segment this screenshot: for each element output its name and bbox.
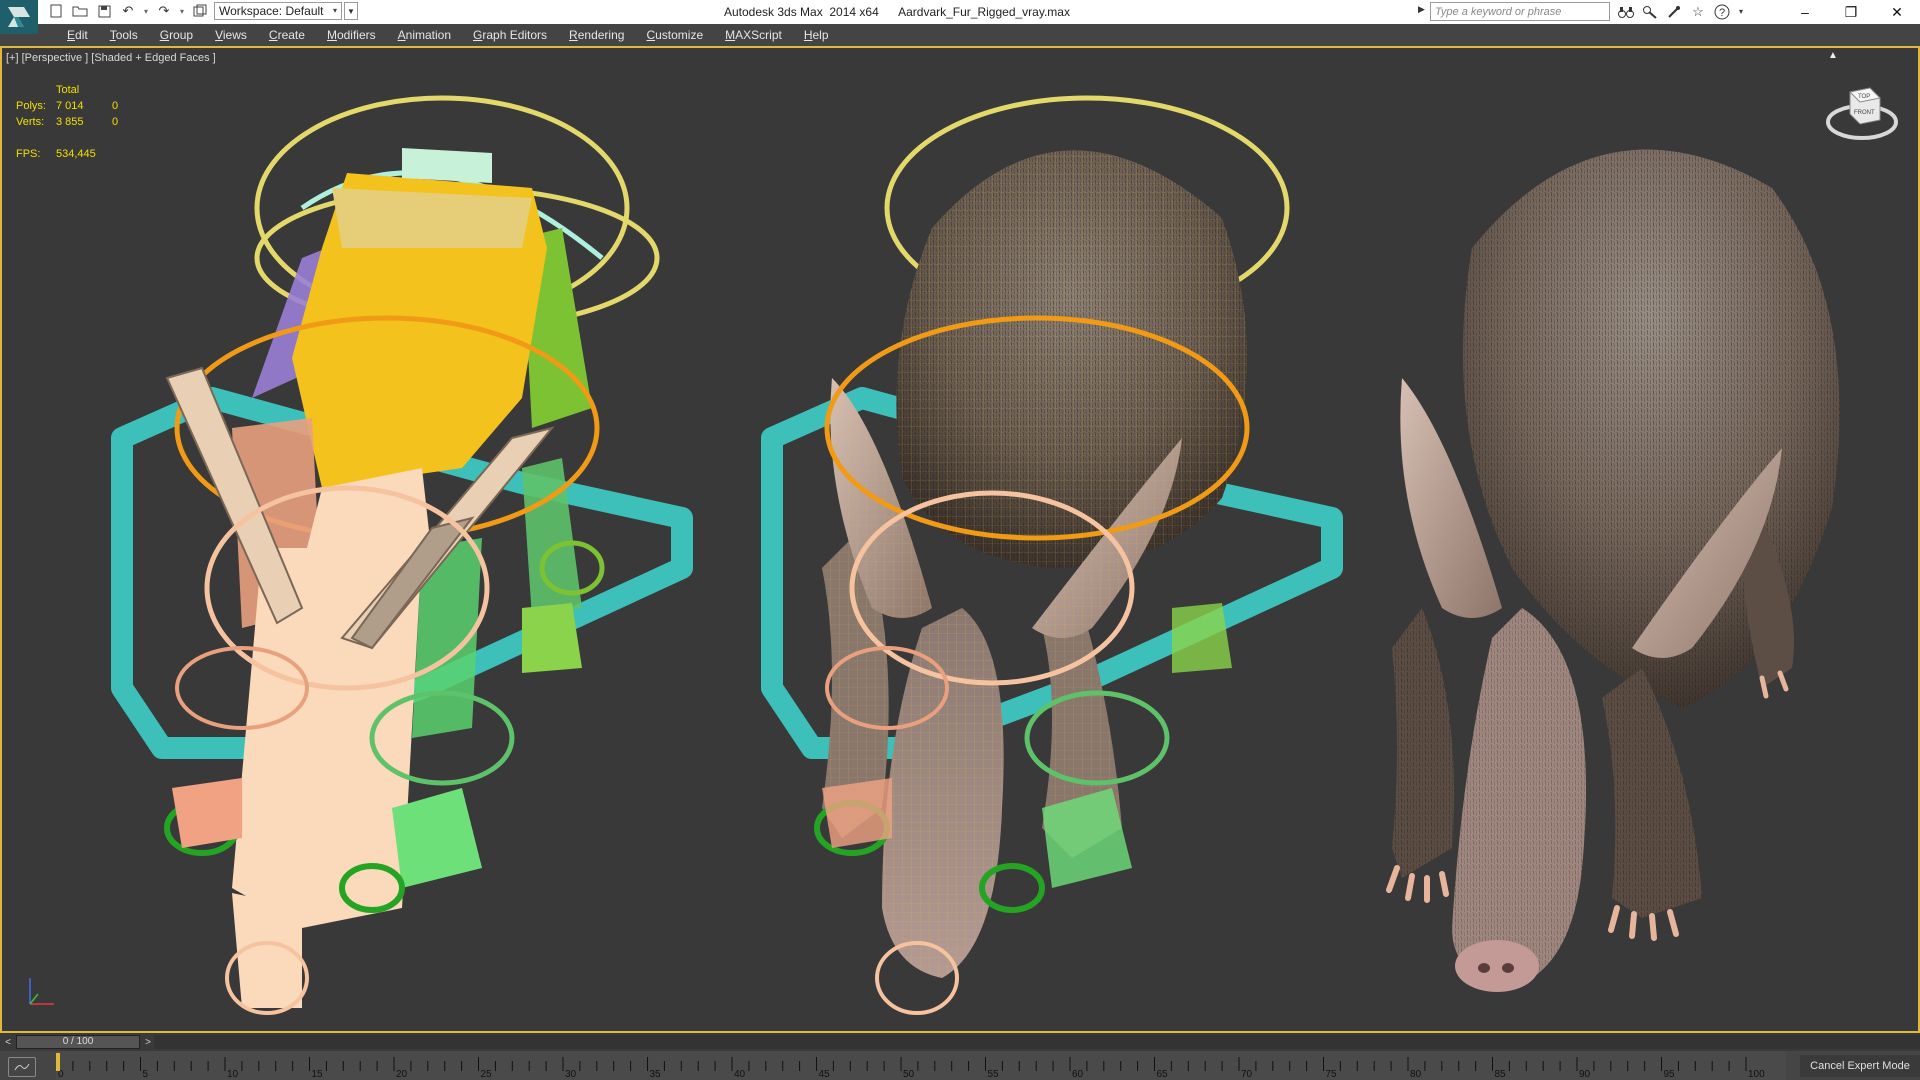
restore-button[interactable]: ❐ xyxy=(1828,0,1874,24)
menu-maxscript[interactable]: MAXScript xyxy=(714,27,793,43)
timeline-tick-label: 75 xyxy=(1326,1069,1338,1080)
timeline-tick-label: 70 xyxy=(1241,1069,1253,1080)
workspace-selector[interactable]: Workspace: Default ▾ xyxy=(214,2,342,20)
timeline-tick-label: 20 xyxy=(396,1069,408,1080)
help-question-icon[interactable]: ? xyxy=(1712,2,1732,21)
customize-toolbar-dropdown[interactable]: ▼ xyxy=(344,2,358,20)
timeline-tick-label: 5 xyxy=(143,1069,149,1080)
redo-icon[interactable]: ↷ xyxy=(154,2,174,20)
timeline-ruler[interactable]: 0 5 10 15 20 25 30 35 40 45 50 55 60 65 70 75 80 85 90 95 10… xyxy=(56,1051,1786,1080)
menu-tools[interactable]: Tools xyxy=(99,27,149,43)
redo-dropdown-icon[interactable]: ▾ xyxy=(178,2,186,20)
timeline-tick-label: 35 xyxy=(650,1069,662,1080)
time-prev-button[interactable]: < xyxy=(2,1035,14,1049)
menu-edit[interactable]: Edit xyxy=(56,27,99,43)
open-file-icon[interactable] xyxy=(70,2,90,20)
undo-icon[interactable]: ↶ xyxy=(118,2,138,20)
communication-center-icon[interactable] xyxy=(1664,2,1684,21)
save-file-icon[interactable] xyxy=(94,2,114,20)
axis-tripod-icon xyxy=(29,978,54,1005)
stats-total-header: Total xyxy=(56,84,80,96)
menu-modifiers[interactable]: Modifiers xyxy=(316,27,387,43)
undo-dropdown-icon[interactable]: ▾ xyxy=(142,2,150,20)
favorites-star-icon[interactable]: ☆ xyxy=(1688,2,1708,21)
chevron-down-icon: ▾ xyxy=(332,6,337,15)
rendered-fur-model[interactable] xyxy=(1386,149,1840,992)
viewport-label[interactable]: [+] [Perspective ] [Shaded + Edged Faces… xyxy=(6,52,216,64)
time-slider[interactable]: 0 / 100 xyxy=(16,1035,140,1049)
menu-create[interactable]: Create xyxy=(258,27,316,43)
mini-curve-editor-icon[interactable] xyxy=(8,1057,36,1077)
current-frame-marker[interactable] xyxy=(56,1053,60,1071)
stats-polys-total: 7 014 xyxy=(56,100,84,112)
application-menu-button[interactable] xyxy=(0,0,38,34)
viewcube[interactable]: TOP FRONT xyxy=(1824,78,1900,148)
timeline-tick-label: 25 xyxy=(481,1069,493,1080)
track-bar: 0 5 10 15 20 25 30 35 40 45 50 55 60 65 70 75 80 85 90 95 10… xyxy=(0,1051,1920,1080)
viewcube-top-label[interactable]: TOP xyxy=(1858,94,1870,100)
menu-help[interactable]: Help xyxy=(793,27,840,43)
menu-graph-editors[interactable]: Graph Editors xyxy=(462,27,558,43)
time-next-button[interactable]: > xyxy=(142,1035,154,1049)
window-controls: – ❐ ✕ xyxy=(1782,0,1920,24)
infocenter-toolbar: ☆ ? ▾ xyxy=(1616,2,1746,21)
timeline-tick-label: 80 xyxy=(1410,1069,1422,1080)
menu-customize[interactable]: Customize xyxy=(635,27,714,43)
search-expand-icon[interactable]: ▶ xyxy=(1418,4,1425,15)
project-folder-icon[interactable] xyxy=(190,2,210,20)
timeline-tick-label: 10 xyxy=(227,1069,239,1080)
timeline-tick-label: 30 xyxy=(565,1069,577,1080)
timeline-tick-label: 55 xyxy=(988,1069,1000,1080)
timeline-tick-label: 45 xyxy=(819,1069,831,1080)
timeline-tick-label: 40 xyxy=(734,1069,746,1080)
title-bar: ↶ ▾ ↷ ▾ Workspace: Default ▾ ▼ Autodesk … xyxy=(0,0,1920,34)
time-slider-bar: < 0 / 100 > xyxy=(0,1033,1920,1051)
workspace-label: Workspace: Default xyxy=(219,4,324,18)
stats-polys-label: Polys: xyxy=(16,100,46,112)
menu-rendering[interactable]: Rendering xyxy=(558,27,635,43)
time-track[interactable] xyxy=(154,1035,1920,1049)
window-title: Autodesk 3ds Max 2014 x64 Aardvark_Fur_R… xyxy=(724,5,1070,19)
menu-bar: Edit Tools Group Views Create Modifiers … xyxy=(0,24,1920,46)
timeline-tick-label: 90 xyxy=(1579,1069,1591,1080)
timeline-tick-label: 60 xyxy=(1072,1069,1084,1080)
infocenter-search-input[interactable] xyxy=(1430,2,1610,21)
viewcube-front-label[interactable]: FRONT xyxy=(1854,110,1875,116)
new-file-icon[interactable] xyxy=(46,2,66,20)
stats-fps-label: FPS: xyxy=(16,148,41,160)
lock-icon[interactable]: ▲ xyxy=(1828,50,1838,61)
timeline-tick-label: 15 xyxy=(312,1069,324,1080)
timeline-tick-label: 65 xyxy=(1157,1069,1169,1080)
wireframe-fur-model[interactable] xyxy=(761,95,1343,1015)
stats-fps-value: 534,445 xyxy=(56,148,96,160)
minimize-button[interactable]: – xyxy=(1782,0,1828,24)
scene-render[interactable] xyxy=(2,48,1918,1031)
close-button[interactable]: ✕ xyxy=(1874,0,1920,24)
stats-verts-label: Verts: xyxy=(16,116,45,128)
3dsmax-logo-icon xyxy=(8,7,30,27)
statistics-overlay: Total Polys: 7 014 0 Verts: 3 855 0 FPS:… xyxy=(16,82,132,162)
bone-rig-model[interactable] xyxy=(111,95,693,1015)
svg-text:?: ? xyxy=(1719,7,1725,19)
menu-animation[interactable]: Animation xyxy=(387,27,462,43)
stats-verts-total: 3 855 xyxy=(56,116,84,128)
menu-group[interactable]: Group xyxy=(149,27,204,43)
timeline-tick-label: 85 xyxy=(1495,1069,1507,1080)
timeline-tick-label: 50 xyxy=(903,1069,915,1080)
perspective-viewport[interactable]: ▲ [+] [Perspective ] [Shaded + Edged Fac… xyxy=(0,46,1920,1033)
menu-views[interactable]: Views xyxy=(204,27,258,43)
help-dropdown-icon[interactable]: ▾ xyxy=(1736,2,1746,21)
timeline-tick-label: 95 xyxy=(1664,1069,1676,1080)
quick-access-toolbar: ↶ ▾ ↷ ▾ xyxy=(46,2,210,20)
stats-polys-selected: 0 xyxy=(112,100,119,112)
key-icon[interactable] xyxy=(1640,2,1660,21)
cancel-expert-mode-button[interactable]: Cancel Expert Mode xyxy=(1800,1055,1920,1077)
stats-verts-selected: 0 xyxy=(112,116,119,128)
timeline-tick-label: 100 xyxy=(1748,1069,1765,1080)
binoculars-icon[interactable] xyxy=(1616,2,1636,21)
